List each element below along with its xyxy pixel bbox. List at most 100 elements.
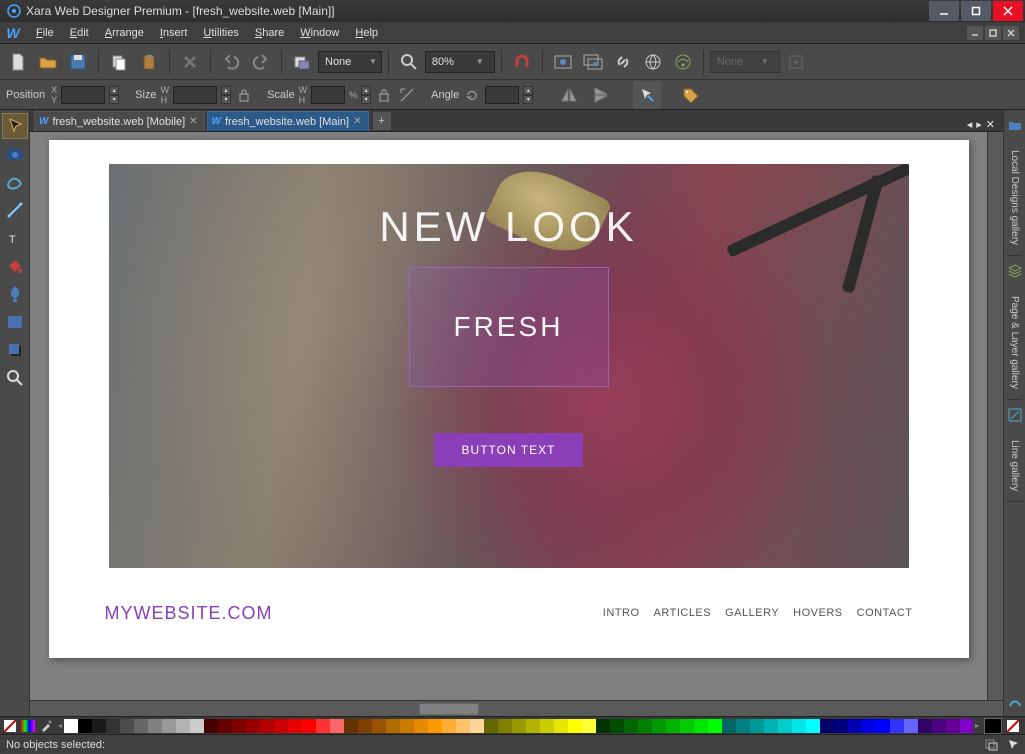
folder-icon[interactable] xyxy=(1006,116,1024,134)
vertical-scrollbar[interactable] xyxy=(987,132,1003,700)
color-swatch[interactable] xyxy=(372,719,386,733)
color-swatch[interactable] xyxy=(64,719,78,733)
tag-button[interactable] xyxy=(677,81,705,109)
color-swatch[interactable] xyxy=(134,719,148,733)
color-swatch[interactable] xyxy=(358,719,372,733)
delete-button[interactable] xyxy=(176,48,204,76)
color-swatch[interactable] xyxy=(106,719,120,733)
tab-scroll-right[interactable]: ▸ xyxy=(976,118,982,131)
maximize-button[interactable] xyxy=(961,1,991,21)
color-swatch[interactable] xyxy=(778,719,792,733)
zoom-combo[interactable]: 80%▼ xyxy=(425,51,495,73)
preview-site-button[interactable] xyxy=(579,48,607,76)
flip-horizontal-button[interactable] xyxy=(555,81,583,109)
color-swatch[interactable] xyxy=(218,719,232,733)
gallery-tab-local[interactable]: Local Designs gallery xyxy=(1007,140,1022,256)
color-swatch[interactable] xyxy=(750,719,764,733)
color-swatch[interactable] xyxy=(414,719,428,733)
color-picker-button[interactable] xyxy=(38,719,54,733)
menu-insert[interactable]: Insert xyxy=(152,24,196,42)
color-editor-button[interactable] xyxy=(20,719,36,733)
current-line-swatch[interactable] xyxy=(1005,719,1021,733)
snap-indicator-icon[interactable] xyxy=(1007,739,1019,751)
redo-button[interactable] xyxy=(247,48,275,76)
names-combo[interactable]: None▼ xyxy=(318,51,382,73)
color-swatch[interactable] xyxy=(904,719,918,733)
no-color-button[interactable] xyxy=(2,719,18,733)
doc-tab-mobile[interactable]: Wfresh_website.web [Mobile]✕ xyxy=(34,111,205,131)
text-tool[interactable]: T xyxy=(2,225,28,251)
color-swatch[interactable] xyxy=(428,719,442,733)
color-swatch[interactable] xyxy=(568,719,582,733)
color-swatch[interactable] xyxy=(792,719,806,733)
color-swatch[interactable] xyxy=(246,719,260,733)
nav-gallery[interactable]: GALLERY xyxy=(725,607,779,619)
color-swatch[interactable] xyxy=(666,719,680,733)
canvas[interactable]: NEW LOOK FRESH BUTTON TEXT MYWEBSITE.COM… xyxy=(30,132,987,700)
paste-button[interactable] xyxy=(135,48,163,76)
fill-tool[interactable] xyxy=(2,253,28,279)
nav-contact[interactable]: CONTACT xyxy=(857,607,913,619)
page[interactable]: NEW LOOK FRESH BUTTON TEXT MYWEBSITE.COM… xyxy=(49,140,969,658)
lock-scale-button[interactable] xyxy=(375,86,393,104)
color-swatch[interactable] xyxy=(330,719,344,733)
doc-tab-main[interactable]: Wfresh_website.web [Main]✕ xyxy=(207,111,369,131)
color-swatch[interactable] xyxy=(190,719,204,733)
zoom-tool-button[interactable] xyxy=(395,48,423,76)
tab-scroll-left[interactable]: ◂ xyxy=(967,118,973,131)
color-swatch[interactable] xyxy=(162,719,176,733)
flip-vertical-button[interactable] xyxy=(587,81,615,109)
menu-file[interactable]: File xyxy=(28,24,62,42)
color-swatch[interactable] xyxy=(400,719,414,733)
color-swatch[interactable] xyxy=(722,719,736,733)
color-swatch[interactable] xyxy=(694,719,708,733)
shadow-tool[interactable] xyxy=(2,337,28,363)
hero-button[interactable]: BUTTON TEXT xyxy=(434,433,584,467)
close-icon[interactable]: ✕ xyxy=(353,116,361,127)
color-swatch[interactable] xyxy=(932,719,946,733)
hero-image[interactable]: NEW LOOK FRESH BUTTON TEXT xyxy=(109,164,909,568)
transparency-tool[interactable] xyxy=(2,281,28,307)
color-swatch[interactable] xyxy=(764,719,778,733)
nav-intro[interactable]: INTRO xyxy=(603,607,640,619)
menu-utilities[interactable]: Utilities xyxy=(195,24,246,42)
publish-button[interactable] xyxy=(669,48,697,76)
color-swatch[interactable] xyxy=(526,719,540,733)
style-edit-button[interactable] xyxy=(782,48,810,76)
undo-button[interactable] xyxy=(217,48,245,76)
hero-box[interactable]: FRESH xyxy=(409,267,609,387)
lock-aspect-button[interactable] xyxy=(235,86,253,104)
color-swatch[interactable] xyxy=(260,719,274,733)
color-swatch[interactable] xyxy=(232,719,246,733)
copy-button[interactable] xyxy=(105,48,133,76)
line-gallery-icon[interactable] xyxy=(1006,406,1024,424)
color-swatch[interactable] xyxy=(344,719,358,733)
nav-articles[interactable]: ARTICLES xyxy=(654,607,712,619)
color-swatch[interactable] xyxy=(806,719,820,733)
color-swatch[interactable] xyxy=(274,719,288,733)
menu-window[interactable]: Window xyxy=(292,24,347,42)
mdi-minimize-button[interactable] xyxy=(967,26,983,40)
horizontal-scrollbar[interactable] xyxy=(30,700,1003,716)
color-swatch[interactable] xyxy=(386,719,400,733)
gallery-tab-page-layer[interactable]: Page & Layer gallery xyxy=(1007,286,1022,400)
style-combo[interactable]: None▼ xyxy=(710,51,780,73)
color-swatch[interactable] xyxy=(680,719,694,733)
menu-help[interactable]: Help xyxy=(347,24,386,42)
close-button[interactable] xyxy=(993,1,1023,21)
selector-mode-button[interactable] xyxy=(633,81,661,109)
live-drag-icon[interactable] xyxy=(985,739,999,751)
photo-tool[interactable] xyxy=(2,141,28,167)
color-swatch[interactable] xyxy=(484,719,498,733)
color-swatch[interactable] xyxy=(960,719,973,733)
preview-page-button[interactable] xyxy=(549,48,577,76)
color-swatch[interactable] xyxy=(946,719,960,733)
mdi-close-button[interactable] xyxy=(1003,26,1019,40)
color-swatch[interactable] xyxy=(918,719,932,733)
layers-icon[interactable] xyxy=(1006,262,1024,280)
color-swatch[interactable] xyxy=(120,719,134,733)
mdi-maximize-button[interactable] xyxy=(985,26,1001,40)
angle-field[interactable] xyxy=(485,86,519,104)
gallery-tab-line[interactable]: Line gallery xyxy=(1007,430,1022,502)
color-swatch[interactable] xyxy=(848,719,862,733)
